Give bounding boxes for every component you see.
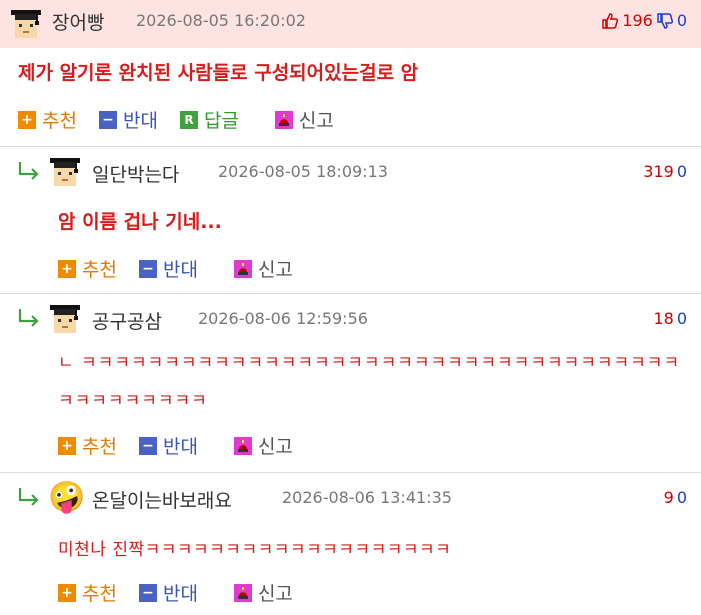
nickname[interactable]: 공구공삼 xyxy=(92,307,162,334)
thumbs-down-icon xyxy=(656,12,674,30)
recommend-label: 추천 xyxy=(82,436,117,458)
silly-face-emoji-icon[interactable]: 🤪 xyxy=(48,481,85,515)
report-label: 신고 xyxy=(257,259,293,281)
timestamp: 2026-08-06 12:59:56 xyxy=(198,309,368,328)
minus-icon: − xyxy=(138,436,157,455)
oppose-label: 반대 xyxy=(162,583,198,605)
vote-counts: 9 0 xyxy=(664,488,687,507)
downvote-count: 0 xyxy=(676,11,687,30)
graduate-avatar-icon[interactable] xyxy=(48,301,82,335)
upvote-count: 9 xyxy=(663,488,674,507)
recommend-label: 추천 xyxy=(82,259,117,281)
siren-icon xyxy=(233,583,252,602)
plus-icon: + xyxy=(58,259,76,278)
comment-text: ㄴ ㅋㅋㅋㅋㅋㅋㅋㅋㅋㅋㅋㅋㅋㅋㅋㅋㅋㅋㅋㅋㅋㅋㅋㅋㅋㅋㅋㅋㅋㅋㅋㅋㅋㅋㅋㅋㅋㅋ… xyxy=(58,353,681,411)
vote-counts: 196 0 xyxy=(601,11,687,30)
vote-counts: 319 0 xyxy=(643,162,687,181)
recommend-label: 추천 xyxy=(42,110,77,132)
report-label: 신고 xyxy=(257,583,293,605)
comment-header: 🤪 온달이는바보래요 2026-08-06 13:41:35 9 0 xyxy=(0,473,701,519)
recommend-label: 추천 xyxy=(82,583,117,605)
reply-button[interactable]: R 답글 xyxy=(179,106,239,133)
comment-actions: + 추천 − 반대 신고 xyxy=(58,579,315,606)
minus-icon: − xyxy=(98,110,117,129)
reply-arrow-icon xyxy=(17,486,41,506)
comment-item: 장어빵 2026-08-05 16:20:02 196 0 제가 알기론 완치된… xyxy=(0,0,701,144)
recommend-button[interactable]: + 추천 xyxy=(58,255,117,282)
minus-icon: − xyxy=(138,259,157,278)
comment-header: 장어빵 2026-08-05 16:20:02 196 0 xyxy=(0,0,701,48)
siren-icon xyxy=(233,259,252,278)
downvote-count: 0 xyxy=(676,309,687,328)
reply-label: 답글 xyxy=(203,110,239,132)
oppose-button[interactable]: − 반대 xyxy=(98,106,158,133)
upvote-count: 319 xyxy=(643,162,674,181)
timestamp: 2026-08-05 18:09:13 xyxy=(218,162,388,181)
minus-icon: − xyxy=(138,583,157,602)
reply-arrow-icon xyxy=(17,307,41,327)
comment-text: 제가 알기론 완치된 사람들로 구성되어있는걸로 암 xyxy=(18,62,419,84)
reply-r-icon: R xyxy=(179,110,198,129)
plus-icon: + xyxy=(58,583,76,602)
comment-text: 미쳔나 진짝ㅋㅋㅋㅋㅋㅋㅋㅋㅋㅋㅋㅋㅋㅋㅋㅋㅋㅋㅋ xyxy=(58,540,452,560)
plus-icon: + xyxy=(58,436,76,455)
nickname[interactable]: 장어빵 xyxy=(52,8,104,35)
comment-actions: + 추천 − 반대 R 답글 신고 xyxy=(18,106,356,133)
oppose-label: 반대 xyxy=(162,259,198,281)
report-label: 신고 xyxy=(257,436,293,458)
upvote-count: 18 xyxy=(653,309,674,328)
report-button[interactable]: 신고 xyxy=(233,432,293,459)
comment-actions: + 추천 − 반대 신고 xyxy=(58,255,315,282)
comment-text: 암 이름 겁나 기네... xyxy=(58,211,222,233)
reply-arrow-icon xyxy=(17,160,41,180)
report-button[interactable]: 신고 xyxy=(233,255,293,282)
recommend-button[interactable]: + 추천 xyxy=(58,432,117,459)
oppose-button[interactable]: − 반대 xyxy=(138,579,198,606)
comment-header: 공구공삼 2026-08-06 12:59:56 18 0 xyxy=(0,294,701,340)
comment-header: 일단박는다 2026-08-05 18:09:13 319 0 xyxy=(0,147,701,193)
report-button[interactable]: 신고 xyxy=(274,106,334,133)
timestamp: 2026-08-05 16:20:02 xyxy=(136,11,306,30)
comment-actions: + 추천 − 반대 신고 xyxy=(58,432,315,459)
reply-item: 공구공삼 2026-08-06 12:59:56 18 0 ㄴ ㅋㅋㅋㅋㅋㅋㅋㅋ… xyxy=(0,293,701,471)
nickname[interactable]: 일단박는다 xyxy=(92,160,179,187)
oppose-button[interactable]: − 반대 xyxy=(138,432,198,459)
recommend-button[interactable]: + 추천 xyxy=(18,106,77,133)
siren-icon xyxy=(233,436,252,455)
downvote-count: 0 xyxy=(676,488,687,507)
report-button[interactable]: 신고 xyxy=(233,579,293,606)
plus-icon: + xyxy=(18,110,36,129)
graduate-avatar-icon[interactable] xyxy=(9,6,43,40)
oppose-button[interactable]: − 반대 xyxy=(138,255,198,282)
vote-counts: 18 0 xyxy=(653,309,687,328)
siren-icon xyxy=(274,110,293,129)
oppose-label: 반대 xyxy=(122,110,158,132)
downvote-count: 0 xyxy=(676,162,687,181)
upvote-count: 196 xyxy=(622,11,653,30)
report-label: 신고 xyxy=(298,110,334,132)
recommend-button[interactable]: + 추천 xyxy=(58,579,117,606)
nickname[interactable]: 온달이는바보래요 xyxy=(92,486,232,513)
graduate-avatar-icon[interactable] xyxy=(48,154,82,188)
oppose-label: 반대 xyxy=(162,436,198,458)
thumbs-up-icon xyxy=(601,12,619,30)
reply-item: 일단박는다 2026-08-05 18:09:13 319 0 암 이름 겁나 … xyxy=(0,146,701,292)
reply-item: 🤪 온달이는바보래요 2026-08-06 13:41:35 9 0 미쳔나 진… xyxy=(0,472,701,615)
timestamp: 2026-08-06 13:41:35 xyxy=(282,488,452,507)
